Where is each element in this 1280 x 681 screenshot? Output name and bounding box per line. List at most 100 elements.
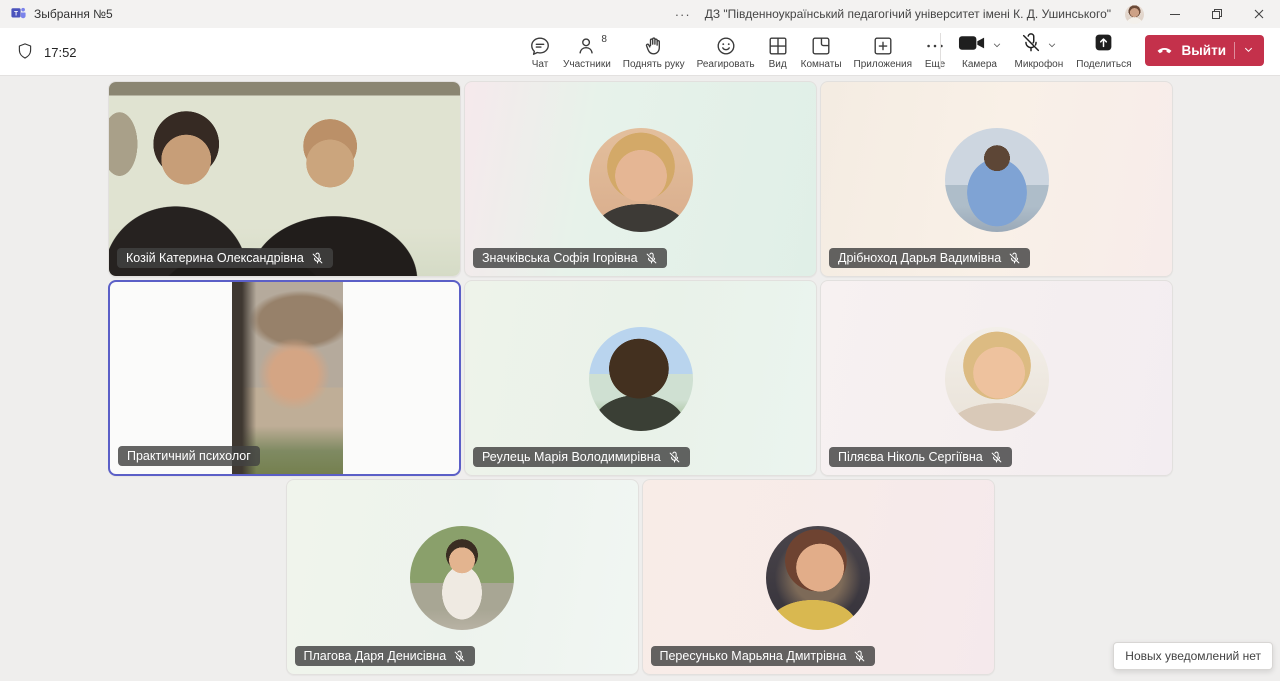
participant-avatar: [944, 128, 1049, 232]
participant-tile[interactable]: Козій Катерина Олександрівна: [108, 81, 461, 277]
raise-hand-icon: [643, 33, 665, 57]
minimize-button[interactable]: [1154, 0, 1196, 28]
view-grid-icon: [767, 33, 789, 57]
camera-control[interactable]: Камера: [958, 33, 1002, 70]
toolbar-item-label: Поднять руку: [622, 59, 685, 70]
mic-muted-icon: [311, 252, 324, 265]
toolbar-item-react[interactable]: Реагировать: [694, 33, 758, 70]
participant-name-label: Піляєва Ніколь Сергіївна: [829, 447, 1012, 467]
share-label: Поделиться: [1076, 59, 1132, 70]
toolbar-item-apps[interactable]: Приложения: [851, 33, 916, 70]
video-grid-row: Козій Катерина Олександрівна Значківська …: [108, 81, 1280, 277]
toolbar-right: Камера Микрофон Поделиться Выйти: [939, 32, 1264, 70]
participant-name-label: Пересунько Марьяна Дмитрівна: [650, 646, 876, 666]
participant-tile[interactable]: Пересунько Марьяна Дмитрівна: [641, 479, 995, 675]
titlebar-center: ··· ДЗ "Південноукраїнський педагогічий …: [675, 4, 1144, 24]
participant-avatar: [766, 526, 870, 630]
mic-options-chevron-icon[interactable]: [1047, 40, 1057, 50]
participant-name: Реулець Марія Володимирівна: [482, 450, 661, 464]
camera-icon: [958, 33, 987, 58]
mic-muted-icon: [645, 252, 658, 265]
meeting-toolbar: 17:52 Чат 8 Участники Поднять руку Реагирова…: [0, 28, 1280, 76]
share-screen-icon: [1093, 32, 1114, 58]
notification-toast[interactable]: Новых уведомлений нет: [1113, 642, 1273, 670]
participants-icon: 8: [575, 33, 607, 57]
share-control[interactable]: Поделиться: [1076, 32, 1132, 70]
leave-button[interactable]: Выйти: [1144, 35, 1264, 66]
participant-name: Козій Катерина Олександрівна: [126, 251, 304, 265]
video-grid-row: Практичний психолог Реулець Марія Володим…: [108, 280, 1280, 476]
participants-count-badge: 8: [601, 34, 607, 45]
toolbar-item-rooms[interactable]: Комнаты: [798, 33, 845, 70]
participant-tile[interactable]: Практичний психолог: [108, 280, 461, 476]
camera-options-chevron-icon[interactable]: [992, 40, 1002, 50]
participant-name: Піляєва Ніколь Сергіївна: [838, 450, 983, 464]
mic-muted-icon: [453, 650, 466, 663]
user-avatar[interactable]: [1125, 4, 1144, 24]
camera-label: Камера: [962, 59, 997, 70]
participant-name-label: Дрібноход Дарья Вадимівна: [829, 248, 1031, 268]
leave-divider: [1234, 42, 1235, 59]
leave-options-chevron-icon[interactable]: [1243, 43, 1254, 58]
mic-muted-icon: [1020, 32, 1042, 59]
app-title: Зыбрання №5: [34, 7, 113, 21]
toolbar-item-label: Вид: [768, 59, 787, 70]
phone-hangup-icon: [1155, 40, 1174, 62]
participant-tile[interactable]: Піляєва Ніколь Сергіївна: [820, 280, 1173, 476]
toolbar-item-view[interactable]: Вид: [764, 33, 792, 70]
video-grid: Козій Катерина Олександрівна Значківська …: [0, 77, 1280, 675]
participant-tile[interactable]: Плагова Даря Денисівна: [285, 479, 639, 675]
close-button[interactable]: [1238, 0, 1280, 28]
window-controls: [1154, 0, 1280, 28]
toolbar-item-label: Приложения: [853, 59, 913, 70]
mic-muted-icon: [668, 451, 681, 464]
titlebar-more-icon[interactable]: ···: [675, 7, 691, 22]
participant-name: Практичний психолог: [127, 449, 251, 463]
mic-muted-icon: [853, 650, 866, 663]
meeting-status: 17:52: [16, 28, 77, 76]
apps-plus-icon: [872, 33, 894, 57]
participant-name: Пересунько Марьяна Дмитрівна: [659, 649, 847, 663]
toolbar-item-label: Участники: [563, 59, 611, 70]
meeting-timer: 17:52: [44, 44, 77, 60]
toolbar-item-raise-hand[interactable]: Поднять руку: [620, 33, 688, 70]
video-grid-row: Плагова Даря Денисівна Пересунько Марьяна…: [0, 479, 1280, 675]
breakout-rooms-icon: [810, 33, 832, 57]
participant-tile[interactable]: Дрібноход Дарья Вадимівна: [820, 81, 1173, 277]
participant-avatar: [588, 128, 693, 232]
meeting-org-title: ДЗ "Південноукраїнський педагогічий унів…: [704, 7, 1111, 21]
participant-name-label: Практичний психолог: [118, 446, 260, 466]
restore-button[interactable]: [1196, 0, 1238, 28]
participant-name: Дрібноход Дарья Вадимівна: [838, 251, 1002, 265]
participant-tile[interactable]: Значківська Софія Ігорівна: [464, 81, 817, 277]
participant-name-label: Плагова Даря Денисівна: [294, 646, 476, 666]
participant-video: [109, 82, 460, 276]
meeting-stage: Козій Катерина Олександрівна Значківська …: [0, 77, 1280, 681]
titlebar-left: T Зыбрання №5: [0, 4, 113, 24]
participant-tile[interactable]: Реулець Марія Володимирівна: [464, 280, 817, 476]
participant-name-label: Козій Катерина Олександрівна: [117, 248, 333, 268]
microphone-control[interactable]: Микрофон: [1014, 32, 1064, 70]
participant-name: Значківська Софія Ігорівна: [482, 251, 638, 265]
chat-icon: [529, 33, 551, 57]
participant-name-label: Значківська Софія Ігорівна: [473, 248, 667, 268]
toolbar-item-chat[interactable]: Чат: [526, 33, 554, 70]
leave-label: Выйти: [1181, 43, 1227, 58]
svg-text:T: T: [14, 10, 18, 17]
shield-icon: [16, 42, 34, 63]
participant-avatar: [410, 526, 514, 630]
toolbar-center: Чат 8 Участники Поднять руку Реагировать Вид К…: [526, 33, 949, 70]
toolbar-item-label: Чат: [531, 59, 549, 70]
participant-avatar: [588, 327, 693, 431]
participant-name-label: Реулець Марія Володимирівна: [473, 447, 690, 467]
toolbar-item-label: Комнаты: [800, 59, 842, 70]
notification-text: Новых уведомлений нет: [1125, 649, 1261, 663]
toolbar-divider: [939, 33, 941, 69]
titlebar: T Зыбрання №5 ··· ДЗ "Південноукраїнськи…: [0, 0, 1280, 28]
toolbar-item-participants[interactable]: 8 Участники: [560, 33, 614, 70]
participant-name: Плагова Даря Денисівна: [303, 649, 447, 663]
teams-logo-icon: T: [10, 4, 27, 24]
microphone-label: Микрофон: [1014, 59, 1064, 70]
toolbar-item-label: Реагировать: [696, 59, 755, 70]
react-smiley-icon: [715, 33, 737, 57]
